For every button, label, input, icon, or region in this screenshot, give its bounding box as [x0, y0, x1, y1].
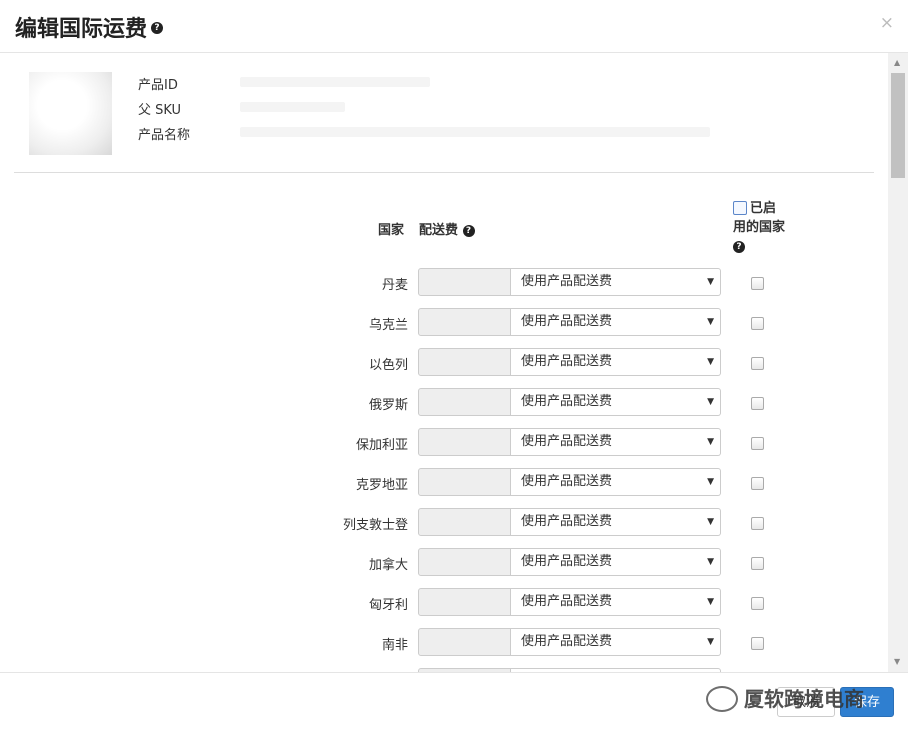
dropdown-arrow-icon: ▼ — [707, 597, 714, 607]
dialog-body: 产品ID 父 SKU 产品名称 国家 配送费 ? 已启用的国家 ? 丹麦使用产品… — [0, 53, 886, 672]
table-row: 南非 使用产品配送费 ▼ — [0, 628, 886, 668]
dropdown-arrow-icon: ▼ — [707, 437, 714, 447]
country-name: 列支敦士登 — [342, 518, 408, 533]
country-name: 南非 — [381, 638, 408, 653]
question-circle-icon[interactable]: ? — [462, 224, 475, 237]
shipping-fee-input[interactable] — [418, 628, 511, 656]
enable-country-checkbox[interactable] — [751, 557, 764, 570]
wechat-icon — [706, 685, 738, 712]
dialog-footer: 取消 保存 厦软跨境电商 — [0, 672, 908, 733]
table-row: 以色列 使用产品配送费 ▼ — [0, 348, 886, 388]
table-row: 匈牙利 使用产品配送费 ▼ — [0, 588, 886, 628]
shipping-fee-input[interactable] — [418, 268, 511, 296]
country-column-header: 国家 — [378, 223, 405, 238]
enable-country-checkbox[interactable] — [751, 277, 764, 290]
table-row: 丹麦 使用产品配送费 ▼ — [0, 268, 886, 308]
dropdown-arrow-icon: ▼ — [707, 637, 714, 647]
table-row: 列支敦士登 使用产品配送费 ▼ — [0, 508, 886, 548]
scrollbar-thumb[interactable] — [891, 73, 905, 178]
table-row: 乌克兰 使用产品配送费 ▼ — [0, 308, 886, 348]
product-id-label: 产品ID — [138, 78, 178, 93]
shipping-option-select[interactable]: 使用产品配送费▼ — [511, 628, 721, 656]
product-id-value-redacted — [240, 77, 430, 87]
shipping-fee-input[interactable] — [418, 508, 511, 536]
dialog-header: 编辑国际运费? × — [0, 0, 908, 53]
country-name: 以色列 — [368, 358, 408, 373]
dropdown-arrow-icon: ▼ — [707, 557, 714, 567]
dropdown-arrow-icon: ▼ — [707, 517, 714, 527]
watermark: 厦软跨境电商 — [706, 683, 864, 714]
dropdown-arrow-icon: ▼ — [707, 477, 714, 487]
edit-shipping-dialog: 编辑国际运费? × 产品ID 父 SKU 产品名称 国家 配送费 ? 已启用的国… — [0, 0, 908, 733]
country-name: 丹麦 — [381, 278, 408, 293]
product-thumbnail — [29, 72, 112, 155]
dropdown-arrow-icon: ▼ — [707, 277, 714, 287]
dropdown-arrow-icon: ▼ — [707, 317, 714, 327]
dropdown-arrow-icon: ▼ — [707, 357, 714, 367]
divider — [14, 172, 874, 173]
dialog-title: 编辑国际运费? — [15, 11, 164, 43]
enable-country-checkbox[interactable] — [751, 637, 764, 650]
country-name: 保加利亚 — [355, 438, 408, 453]
enable-country-checkbox[interactable] — [751, 357, 764, 370]
enable-country-checkbox[interactable] — [751, 317, 764, 330]
shipping-option-select[interactable]: 使用产品配送费▼ — [511, 588, 721, 616]
product-name-label: 产品名称 — [138, 128, 191, 143]
country-name: 乌克兰 — [368, 318, 408, 333]
shipping-fee-input[interactable] — [418, 468, 511, 496]
country-name: 俄罗斯 — [368, 398, 408, 413]
table-row: 克罗地亚 使用产品配送费 ▼ — [0, 468, 886, 508]
shipping-fee-input[interactable] — [418, 428, 511, 456]
fee-column-header: 配送费 ? — [419, 219, 475, 238]
question-circle-icon[interactable]: ? — [733, 240, 745, 253]
country-name: 加拿大 — [368, 558, 408, 573]
shipping-option-select[interactable]: 使用产品配送费▼ — [511, 308, 721, 336]
enable-country-checkbox[interactable] — [751, 597, 764, 610]
table-row: 保加利亚 使用产品配送费 ▼ — [0, 428, 886, 468]
table-row: 俄罗斯 使用产品配送费 ▼ — [0, 388, 886, 428]
shipping-fee-input[interactable] — [418, 308, 511, 336]
close-icon[interactable]: × — [880, 13, 894, 33]
dropdown-arrow-icon: ▼ — [707, 397, 714, 407]
country-name: 匈牙利 — [368, 598, 408, 613]
shipping-fee-input[interactable] — [418, 348, 511, 376]
scroll-down-arrow-icon[interactable]: ▼ — [894, 657, 900, 666]
shipping-fee-input[interactable] — [418, 548, 511, 576]
shipping-fee-input[interactable] — [418, 388, 511, 416]
shipping-option-select[interactable]: 使用产品配送费▼ — [511, 468, 721, 496]
shipping-option-select[interactable]: 使用产品配送费▼ — [511, 348, 721, 376]
enable-country-checkbox[interactable] — [751, 437, 764, 450]
table-row: 加拿大 使用产品配送费 ▼ — [0, 548, 886, 588]
shipping-option-select[interactable]: 使用产品配送费▼ — [511, 548, 721, 576]
parent-sku-value-redacted — [240, 102, 345, 112]
shipping-option-select[interactable]: 使用产品配送费▼ — [511, 388, 721, 416]
shipping-option-select[interactable]: 使用产品配送费▼ — [511, 268, 721, 296]
enable-country-checkbox[interactable] — [751, 477, 764, 490]
select-all-checkbox[interactable] — [733, 200, 747, 215]
parent-sku-label: 父 SKU — [138, 103, 182, 118]
shipping-fee-input[interactable] — [418, 588, 511, 616]
country-name: 克罗地亚 — [355, 478, 408, 493]
enable-country-checkbox[interactable] — [751, 517, 764, 530]
shipping-option-select[interactable]: 使用产品配送费▼ — [511, 508, 721, 536]
scroll-up-arrow-icon[interactable]: ▲ — [894, 58, 900, 67]
enable-country-checkbox[interactable] — [751, 397, 764, 410]
question-circle-icon[interactable]: ? — [151, 22, 164, 34]
enabled-countries-header: 已启用的国家 ? — [733, 200, 786, 253]
scrollbar[interactable]: ▲ ▼ — [888, 53, 908, 672]
product-name-value-redacted — [240, 127, 710, 137]
shipping-option-select[interactable]: 使用产品配送费▼ — [511, 428, 721, 456]
